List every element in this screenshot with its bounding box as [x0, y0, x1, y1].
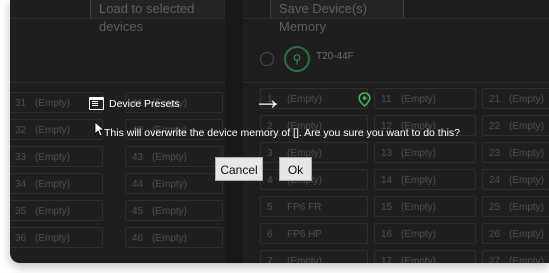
mouse-cursor-icon — [94, 121, 104, 137]
map-pin-icon — [358, 92, 371, 107]
calendar-icon — [89, 97, 104, 110]
confirm-dialog: Device Presets → This will overwrite the… — [0, 0, 549, 273]
dialog-title-text: Device Presets — [109, 97, 180, 110]
dialog-title: Device Presets — [89, 97, 180, 110]
ok-button[interactable]: Ok — [279, 157, 312, 181]
cancel-button[interactable]: Cancel — [215, 157, 263, 181]
arrow-right-icon: → — [253, 83, 283, 116]
dialog-message: This will overwrite the device memory of… — [104, 127, 460, 139]
